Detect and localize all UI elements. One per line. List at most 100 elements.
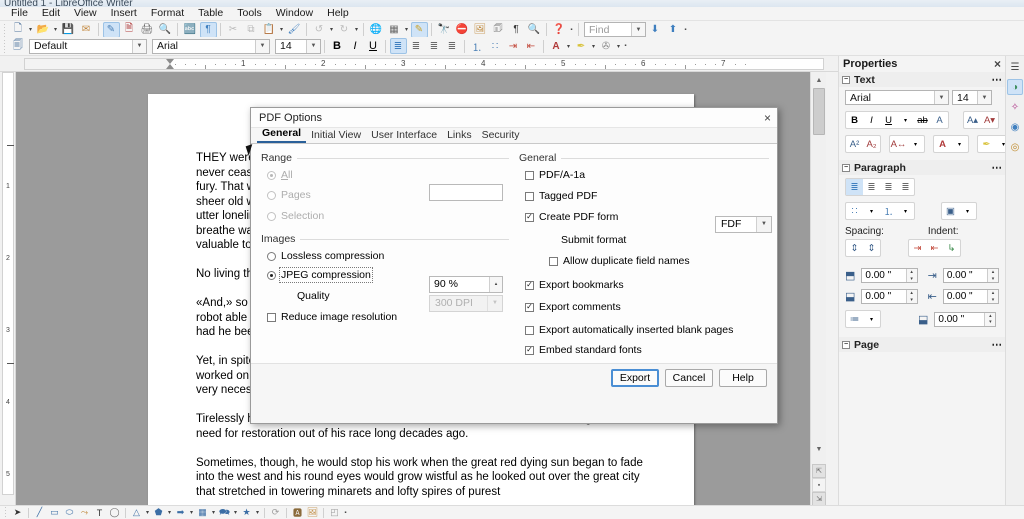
drawing-toolbar-overflow-icon[interactable]: ▪ <box>342 505 349 519</box>
insert-image-icon[interactable]: 🖼 <box>472 22 489 38</box>
reduce-image-resolution-checkbox[interactable]: Reduce image resolution <box>267 311 509 323</box>
tab-security[interactable]: Security <box>477 128 525 143</box>
zoom-icon[interactable]: 🔍 <box>526 22 543 38</box>
first-line-indent-field[interactable]: 0.00 " ▴ ▾ <box>934 311 997 327</box>
undo-icon[interactable]: ↺ <box>311 22 328 38</box>
above-paragraph-spacing-field[interactable]: 0.00 " ▴ ▾ <box>861 268 918 283</box>
section-more-options-icon[interactable]: ⋯ <box>992 74 1003 86</box>
scrollbar-thumb[interactable] <box>813 88 825 135</box>
tagged-pdf-checkbox[interactable]: Tagged PDF <box>525 190 769 202</box>
block-arrows-dropdown-icon[interactable]: ▾ <box>188 505 195 519</box>
highlight-color-button[interactable]: ✒ <box>573 38 590 54</box>
find-and-replace-icon[interactable]: 🔭 <box>436 22 453 38</box>
export-bookmarks-checkbox[interactable]: Export bookmarks <box>525 279 769 291</box>
chevron-down-icon[interactable]: ▼ <box>934 91 948 104</box>
vertical-ruler-track[interactable]: 1 2 3 4 5 <box>2 72 14 495</box>
stepper-icon[interactable]: ▴▾ <box>984 312 996 326</box>
close-icon[interactable]: × <box>764 111 771 125</box>
tab-initial-view[interactable]: Initial View <box>306 128 366 143</box>
stepper-icon[interactable]: ▴▾ <box>987 290 998 303</box>
checkbox-icon[interactable] <box>525 191 534 201</box>
checkbox-icon[interactable] <box>525 302 534 312</box>
highlight-color-dropdown-icon[interactable]: ▾ <box>590 38 597 54</box>
hyperlink-icon[interactable]: 🌐 <box>368 22 385 38</box>
find-overflow-icon[interactable]: ▪ <box>682 22 689 38</box>
pages-range-input[interactable] <box>429 184 503 201</box>
character-highlighting-button[interactable]: ✇ <box>598 38 615 54</box>
chevron-down-icon[interactable]: ▼ <box>631 23 645 36</box>
tab-general[interactable]: General <box>257 126 307 143</box>
ordered-list-dropdown-icon[interactable]: ▾ <box>897 203 914 219</box>
font-name-combo[interactable]: Arial ▼ <box>152 38 270 54</box>
left-indent-marker[interactable] <box>166 64 174 69</box>
radio-icon[interactable] <box>267 211 276 221</box>
paste-icon[interactable]: 📋 <box>261 22 278 38</box>
help-button[interactable]: Help <box>719 369 767 387</box>
document-vertical-scrollbar[interactable]: ▲ ▼ ⇱ ▪ ⇲ <box>810 72 826 506</box>
stepper-icon[interactable]: ▴▾ <box>489 277 502 302</box>
stepper-icon[interactable]: ▴▾ <box>905 290 917 303</box>
tab-user-interface[interactable]: User Interface <box>366 128 442 143</box>
insert-special-character-icon[interactable]: ✎ <box>410 21 428 38</box>
increase-paragraph-spacing-button[interactable]: ⇕ <box>846 240 863 256</box>
menu-item-view[interactable]: View <box>67 7 104 20</box>
unordered-list-dropdown-icon[interactable]: ▾ <box>863 203 880 219</box>
navigation-icon[interactable]: ▪ <box>812 478 826 492</box>
formatting-toolbar-overflow-icon[interactable]: ▪ <box>622 38 629 54</box>
toolbar-gripper[interactable] <box>3 505 8 519</box>
insert-table-dropdown-icon[interactable]: ▾ <box>403 22 410 38</box>
checkbox-icon[interactable] <box>525 212 534 222</box>
export-button[interactable]: Export <box>611 369 659 387</box>
radio-icon[interactable] <box>267 251 276 261</box>
range-option-all[interactable]: All <box>267 169 509 181</box>
below-paragraph-spacing-field[interactable]: 0.00 " ▴ ▾ <box>861 289 918 304</box>
cut-icon[interactable]: ✂ <box>225 22 242 38</box>
select-icon[interactable]: ➤ <box>10 506 25 519</box>
close-icon[interactable]: × <box>994 57 1001 71</box>
extrusion-icon[interactable]: ◰ <box>327 506 342 519</box>
sidebar-item-styles[interactable]: ◎ <box>1007 139 1023 155</box>
stars-icon[interactable]: ★ <box>239 506 254 519</box>
decrease-font-size-button[interactable]: A▾ <box>981 112 998 128</box>
find-previous-icon[interactable]: ⬆ <box>665 22 682 38</box>
font-color-dropdown-icon[interactable]: ▾ <box>951 136 968 152</box>
ordered-list-button[interactable]: ⒈ <box>880 203 897 219</box>
shadow-button[interactable]: A <box>931 112 948 128</box>
hanging-indent-button[interactable]: ↳ <box>943 240 960 256</box>
save-document-icon[interactable]: 💾 <box>60 22 77 38</box>
insert-text-box-icon[interactable]: T <box>92 506 107 519</box>
menu-item-window[interactable]: Window <box>269 7 320 20</box>
menu-item-file[interactable]: File <box>4 7 35 20</box>
before-text-indent-field[interactable]: 0.00 " ▴ ▾ <box>942 268 999 283</box>
toolbar-gripper[interactable] <box>2 39 7 53</box>
print-preview-icon[interactable]: 🔍 <box>157 22 174 38</box>
expand-icon[interactable]: − <box>842 340 850 349</box>
callout-shapes-dropdown-icon[interactable]: ▾ <box>232 505 239 519</box>
align-justified-button[interactable]: ≣ <box>444 38 461 54</box>
chevron-down-icon[interactable]: ▼ <box>756 217 771 232</box>
sidebar-item-navigator[interactable]: ◉ <box>1007 119 1023 135</box>
basic-shapes-dropdown-icon[interactable]: ▾ <box>144 505 151 519</box>
clone-formatting-icon[interactable]: 🖌 <box>286 22 303 38</box>
align-left-button[interactable]: ≣ <box>389 38 407 54</box>
align-center-button[interactable]: ≣ <box>863 179 880 195</box>
basic-shapes-icon[interactable]: △ <box>129 506 144 519</box>
pdf-options-dialog[interactable]: PDF Options × General Initial View User … <box>250 107 778 424</box>
underline-dropdown-icon[interactable]: ▾ <box>897 112 914 128</box>
previous-page-icon[interactable]: ⇱ <box>812 464 826 478</box>
checkbox-icon[interactable] <box>525 170 534 180</box>
symbol-shapes-icon[interactable]: ⬟ <box>151 506 166 519</box>
open-document-icon[interactable]: 📂 <box>35 22 52 38</box>
quality-spinner[interactable]: 90 % ▴▾ <box>429 276 503 302</box>
insert-text-box-icon[interactable]: 🗊 <box>490 22 507 38</box>
increase-indent-button[interactable]: ⇥ <box>909 240 926 256</box>
line-spacing-button[interactable]: ≔ <box>846 311 863 327</box>
redo-dropdown-icon[interactable]: ▾ <box>353 22 360 38</box>
bold-button[interactable]: B <box>329 38 346 54</box>
italic-button[interactable]: I <box>863 112 880 128</box>
track-changes-icon[interactable]: ⛔ <box>454 22 471 38</box>
font-size-combo[interactable]: 14 ▼ <box>275 38 321 54</box>
subscript-button[interactable]: A₂ <box>863 136 880 152</box>
stepper-icon[interactable]: ▴▾ <box>987 269 998 282</box>
formatting-marks-toggle-icon[interactable]: ¶ <box>199 21 217 38</box>
